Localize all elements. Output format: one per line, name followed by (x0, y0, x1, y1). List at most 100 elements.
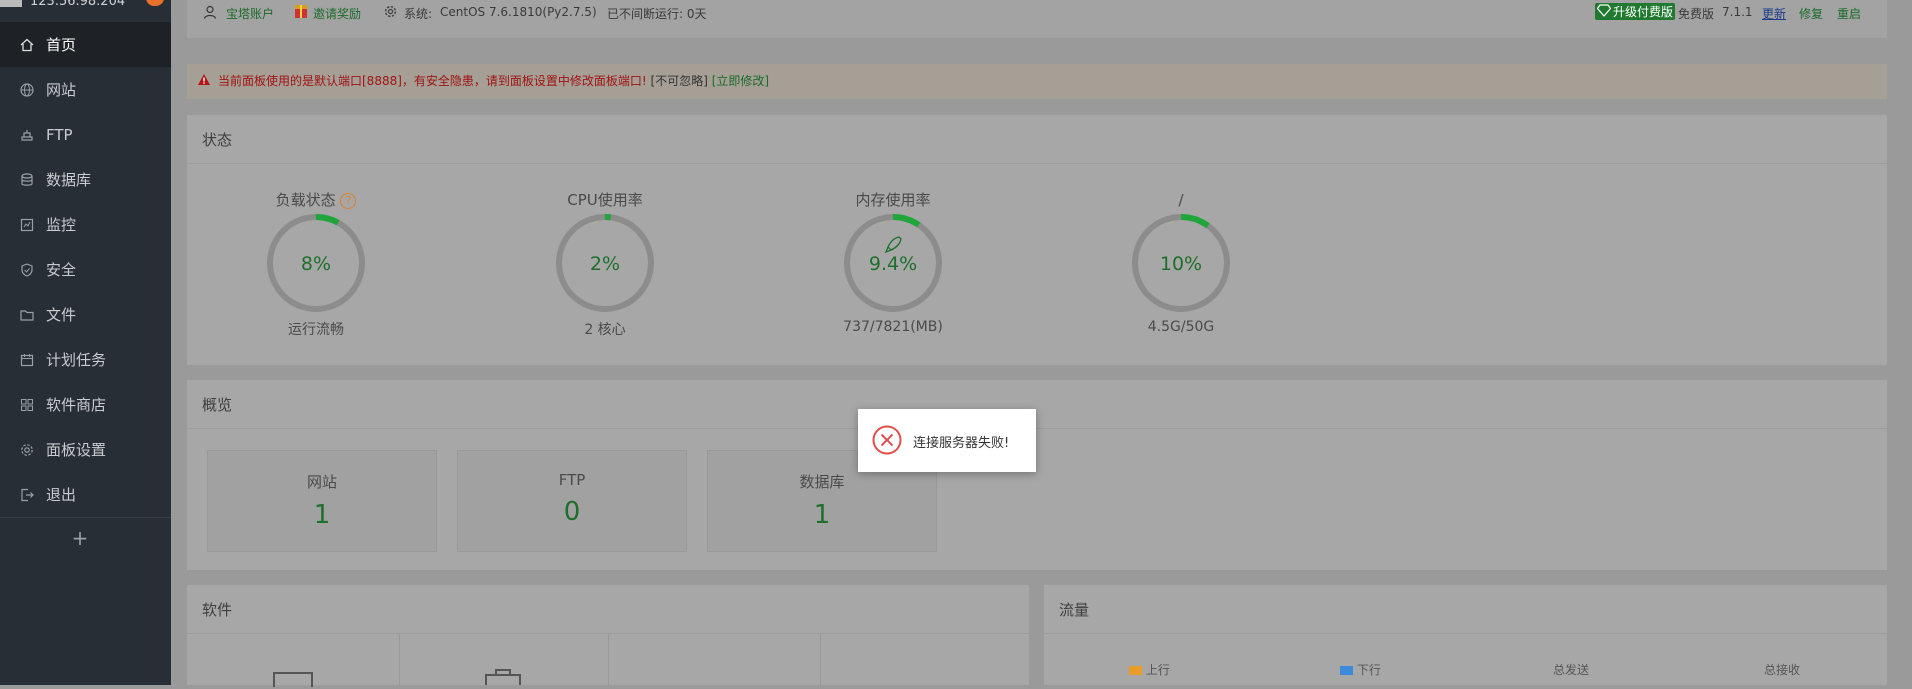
sidebar-item-label: 计划任务 (46, 351, 107, 369)
toolbox-icon[interactable] (485, 668, 521, 685)
fix-now-link[interactable]: [立即修改] (712, 74, 769, 88)
gauge-name: / (1178, 191, 1184, 209)
gauge-sub: 737/7821(MB) (843, 319, 943, 335)
overview-panel: 概览 (187, 380, 1887, 570)
gauge-load[interactable]: 负载状态 ? 8% 运行流畅 (256, 189, 376, 339)
warning-ignore: [不可忽略] (650, 74, 708, 88)
add-shortcut-button[interactable]: + (70, 518, 90, 558)
gauge-ring: 8% (267, 214, 365, 312)
panel-title: 概览 (202, 396, 233, 414)
repair-link[interactable]: 修复 (1799, 5, 1823, 22)
help-icon[interactable]: ? (340, 193, 357, 209)
shield-icon (19, 262, 35, 278)
sidebar-item-database[interactable]: 数据库 (0, 157, 171, 202)
account-link[interactable]: 宝塔账户 (226, 5, 274, 22)
gauge-value: 2% (590, 253, 620, 275)
server-ip: 123.56.98.204 (30, 0, 126, 9)
status-panel-header: 状态 (187, 115, 1887, 164)
sidebar-item-logout[interactable]: 退出 (0, 472, 171, 517)
card-label: FTP (558, 471, 586, 489)
monitor-icon (19, 217, 35, 233)
top-bar: 宝塔账户 邀请奖励 系统: CentOS 7.6.1810(Py2.7.5) 已… (187, 0, 1887, 38)
card-label: 网站 (306, 473, 337, 491)
gauge-sub: 4.5G/50G (1147, 319, 1215, 335)
gauge-name: 内存使用率 (855, 191, 931, 209)
gauge-value: 10% (1160, 253, 1202, 275)
legend-download: 下行 (1340, 661, 1381, 678)
gauge-value: 9.4% (869, 253, 917, 275)
gauge-ring: 10% (1132, 214, 1230, 312)
update-link[interactable]: 更新 (1762, 5, 1786, 22)
warning-message: 当前面板使用的是默认端口[8888]，有安全隐患，请到面板设置中修改面板端口! (218, 74, 647, 88)
panel-title: 软件 (202, 601, 233, 619)
error-toast: 连接服务器失败! (858, 409, 1036, 472)
gear-icon (19, 442, 35, 458)
total-sent-label: 总发送 (1553, 663, 1590, 677)
total-received-label: 总接收 (1764, 663, 1801, 677)
edition-label: 免费版 (1678, 7, 1715, 21)
user-icon (202, 4, 218, 23)
legend-label: 下行 (1356, 663, 1381, 677)
gauge-memory[interactable]: 内存使用率 9.4% 737/7821(MB) (833, 189, 953, 335)
software-panel-header: 软件 (187, 585, 1029, 634)
sidebar: 123.56.98.204 首页 网站 FTP 数据库 监控 安全 文件 计划任… (0, 0, 171, 685)
sidebar-item-website[interactable]: 网站 (0, 67, 171, 112)
sidebar-item-security[interactable]: 安全 (0, 247, 171, 292)
sidebar-item-label: 文件 (46, 306, 77, 324)
sidebar-item-ftp[interactable]: FTP (0, 112, 171, 157)
rocket-icon[interactable] (884, 236, 902, 254)
upload-swatch (1129, 666, 1142, 675)
sidebar-header: 123.56.98.204 (0, 0, 171, 20)
globe-icon (19, 82, 35, 98)
sidebar-item-label: 安全 (46, 261, 77, 279)
sidebar-item-files[interactable]: 文件 (0, 292, 171, 337)
folder-icon (19, 307, 35, 323)
gauge-cpu[interactable]: CPU使用率 2% 2 核心 (545, 189, 665, 339)
panel-title: 状态 (202, 131, 233, 149)
notification-badge[interactable] (146, 0, 164, 6)
sidebar-item-store[interactable]: 软件商店 (0, 382, 171, 427)
software-divider (608, 634, 609, 685)
uptime-text: 已不间断运行: 0天 (607, 7, 707, 21)
legend-upload: 上行 (1129, 661, 1170, 678)
sidebar-item-label: 监控 (46, 216, 77, 234)
legend-label: 上行 (1145, 663, 1170, 677)
card-value: 1 (813, 500, 831, 530)
system-label: 系统: (404, 7, 433, 21)
software-divider (820, 634, 821, 685)
upgrade-label: 升级付费版 (1613, 5, 1674, 19)
sidebar-item-label: 数据库 (46, 171, 92, 189)
sidebar-item-label: FTP (46, 125, 73, 144)
sidebar-item-settings[interactable]: 面板设置 (0, 427, 171, 472)
gauge-sub: 运行流畅 (288, 322, 344, 338)
gauge-value: 8% (301, 253, 331, 275)
version-label: 7.1.1 (1722, 5, 1753, 19)
restart-link[interactable]: 重启 (1837, 5, 1861, 22)
traffic-panel: 流量 (1044, 585, 1887, 685)
traffic-panel-header: 流量 (1044, 585, 1887, 634)
gauge-name: CPU使用率 (567, 191, 643, 209)
sidebar-item-monitor[interactable]: 监控 (0, 202, 171, 247)
warning-text: 当前面板使用的是默认端口[8888]，有安全隐患，请到面板设置中修改面板端口! … (218, 72, 769, 89)
logout-icon (19, 487, 35, 503)
overview-card-website[interactable]: 网站 1 (207, 450, 437, 552)
warning-icon (197, 73, 211, 89)
security-warning-banner: 当前面板使用的是默认端口[8888]，有安全隐患，请到面板设置中修改面板端口! … (187, 64, 1887, 99)
sidebar-item-home[interactable]: 首页 (0, 22, 171, 67)
gauge-ring: 2% (556, 214, 654, 312)
gauge-name: 负载状态 ? (256, 189, 376, 211)
calendar-icon (19, 352, 35, 368)
panel-title: 流量 (1059, 601, 1090, 619)
overview-panel-header: 概览 (187, 380, 1887, 429)
software-divider (399, 634, 400, 685)
sidebar-item-cron[interactable]: 计划任务 (0, 337, 171, 382)
diamond-icon (1597, 4, 1611, 17)
card-value: 0 (563, 497, 581, 527)
gift-icon (294, 3, 308, 22)
card-label: 数据库 (799, 473, 845, 491)
invite-link[interactable]: 邀请奖励 (313, 5, 361, 22)
overview-card-ftp[interactable]: FTP 0 (457, 450, 687, 552)
system-value: CentOS 7.6.1810(Py2.7.5) (440, 5, 597, 19)
upgrade-button[interactable]: 升级付费版 (1595, 3, 1676, 20)
gauge-disk[interactable]: / 10% 4.5G/50G (1121, 189, 1241, 335)
